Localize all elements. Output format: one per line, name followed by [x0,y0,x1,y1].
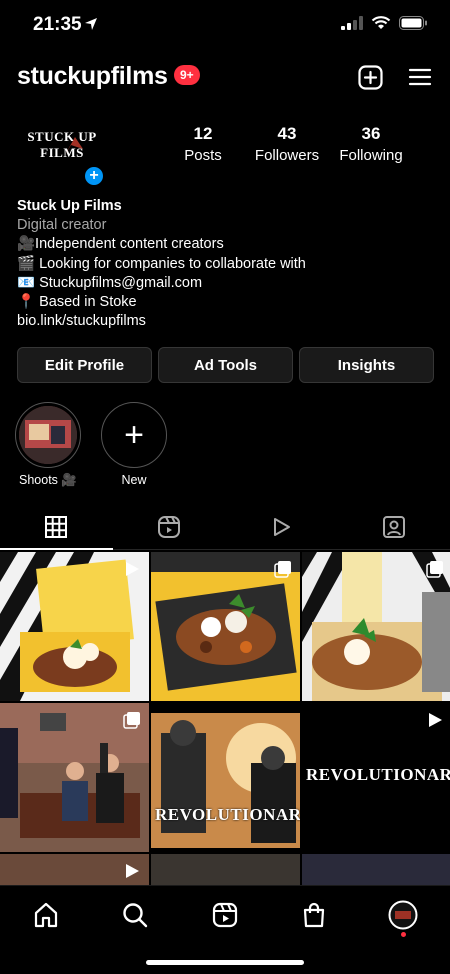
highlight-label: Shoots 🎥 [19,473,77,487]
grid-post[interactable] [0,552,149,701]
plus-icon: + [124,416,144,454]
notification-badge[interactable]: 9+ [174,65,200,85]
grid-post[interactable]: REVOLUTIONARY J [302,703,450,852]
carousel-indicator-icon [426,560,444,583]
reels-icon[interactable] [210,900,240,930]
tab-grid[interactable] [0,510,113,550]
grid-post[interactable]: REVOLUTIONARY J [151,703,300,852]
carousel-indicator-icon [123,711,141,734]
bio-line: 📧 Stuckupfilms@gmail.com [17,274,203,291]
profile-avatar[interactable]: STUCK UP FILMS + [17,115,107,187]
grid-post[interactable] [151,552,300,701]
grid-icon [45,515,68,543]
new-highlight-button: + [101,402,167,468]
carousel-indicator-icon [274,560,292,583]
highlight-cover [15,402,81,468]
grid-post[interactable] [0,703,149,852]
battery-icon [399,16,428,35]
highlight-new[interactable]: + New [94,402,174,487]
signal-icon [341,16,363,35]
edit-profile-button[interactable]: Edit Profile [17,347,152,383]
home-icon[interactable] [31,900,61,930]
add-story-button[interactable]: + [83,165,105,187]
profile-category: Digital creator [17,217,107,234]
bio-line: 📍 Based in Stoke [17,294,137,311]
status-time: 21:35 [33,14,82,35]
profile-header: stuckupfilms 9+ [0,58,450,98]
create-post-icon[interactable] [357,64,383,90]
followers-stat[interactable]: 43 Followers [250,124,324,164]
reels-icon [157,515,181,544]
bio-link[interactable]: bio.link/stuckupfilms [17,312,437,331]
username-switcher[interactable]: stuckupfilms [17,62,168,91]
grid-post[interactable] [302,552,450,701]
wifi-icon [371,16,391,35]
reel-indicator-icon [123,560,141,583]
tagged-icon [382,515,406,544]
home-indicator[interactable] [146,960,304,965]
tab-videos[interactable] [225,510,338,550]
posts-stat[interactable]: 12 Posts [178,124,228,164]
play-icon [270,516,292,543]
reel-indicator-icon [123,862,141,885]
tab-reels[interactable] [112,510,225,550]
bio-line: 🎥Independent content creators [17,236,224,253]
profile-name: Stuck Up Films [17,198,122,214]
reel-indicator-icon [426,711,444,734]
bio-line: 🎬 Looking for companies to collaborate w… [17,255,306,272]
bio-section: Stuck Up Films Digital creator 🎥Independ… [17,197,437,331]
highlight-shoots[interactable]: Shoots 🎥 [8,402,88,488]
menu-icon[interactable] [407,64,433,90]
profile-actions: Edit Profile Ad Tools Insights [17,347,434,383]
profile-tabs [0,510,450,550]
insights-button[interactable]: Insights [299,347,434,383]
profile-notification-dot [401,932,406,937]
location-arrow-icon [84,17,98,36]
profile-avatar-icon[interactable] [388,900,418,930]
shop-icon[interactable] [299,900,329,930]
tab-tagged[interactable] [337,510,450,550]
video-title-overlay: REVOLUTIONARY J [306,765,450,784]
search-icon[interactable] [120,900,150,930]
video-title-overlay: REVOLUTIONARY J [155,805,300,824]
following-stat[interactable]: 36 Following [336,124,406,164]
status-bar: 21:35 [0,0,450,50]
highlight-label: New [121,473,147,487]
ad-tools-button[interactable]: Ad Tools [158,347,293,383]
